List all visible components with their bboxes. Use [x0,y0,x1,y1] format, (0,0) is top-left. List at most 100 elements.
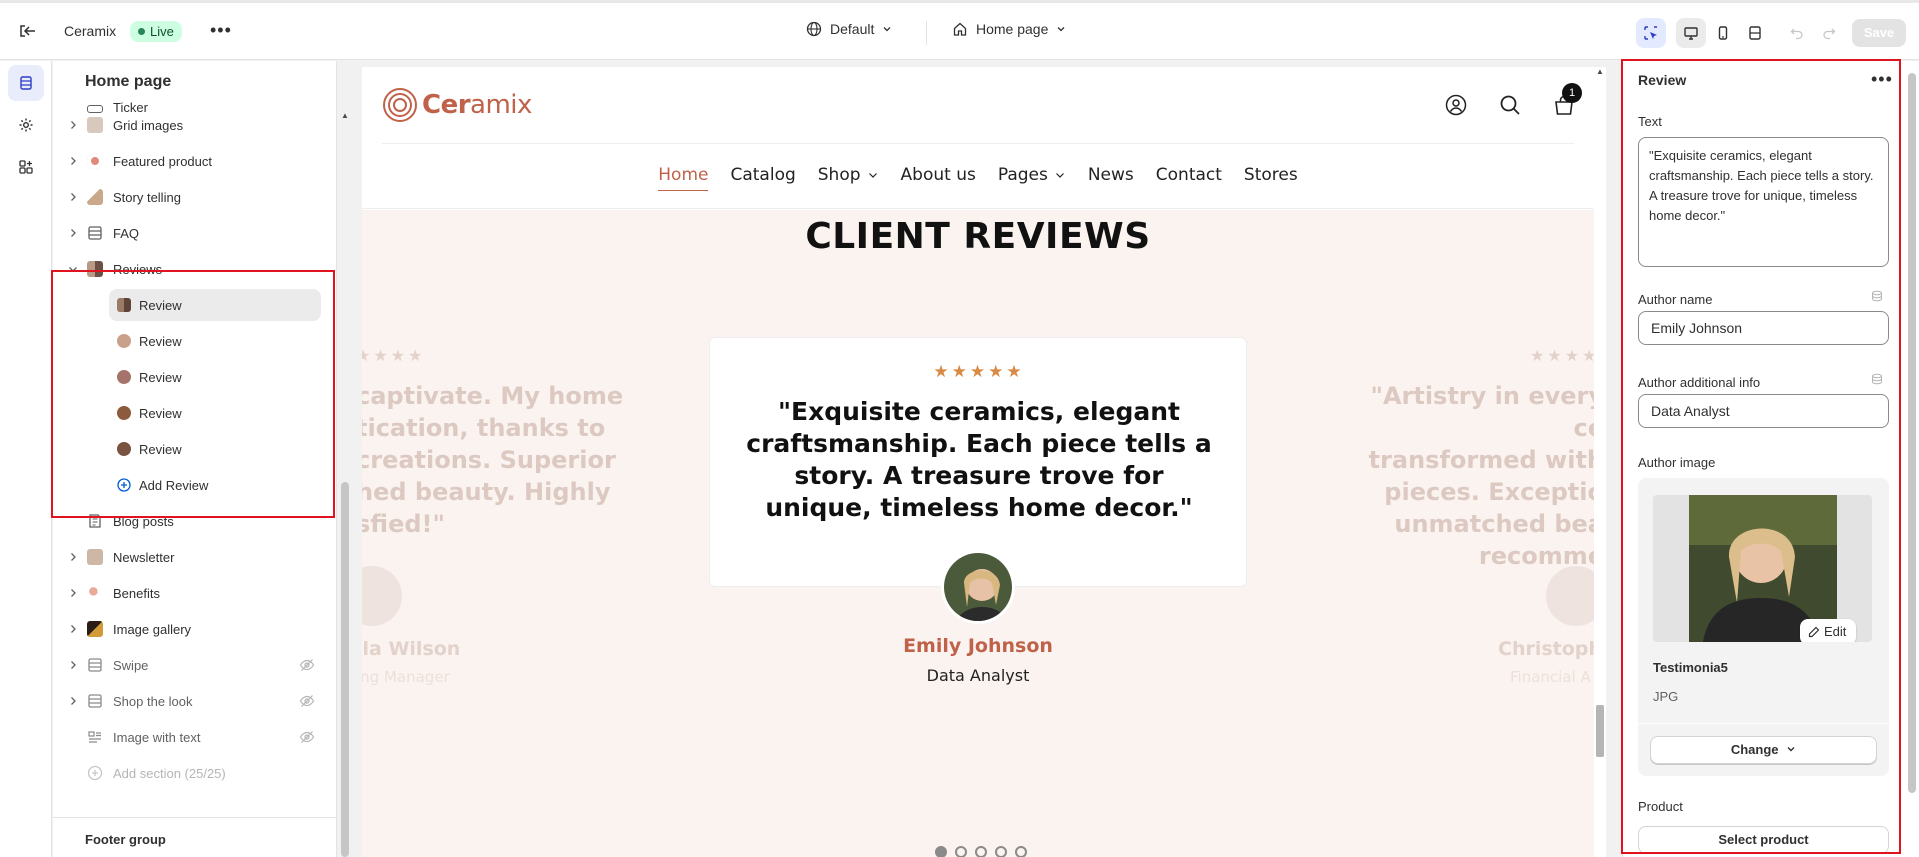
scrollbar-thumb[interactable] [341,482,349,857]
redo-button[interactable] [1814,18,1844,48]
dynamic-source-icon[interactable] [1871,290,1883,302]
review-quote: "Exquisite ceramics, elegant craftsmansh… [746,397,1212,522]
search-icon[interactable] [1498,93,1522,117]
account-icon[interactable] [1444,93,1468,117]
author-info-field[interactable] [1638,394,1889,428]
nav-shop[interactable]: Shop [818,165,879,185]
dynamic-source-icon[interactable] [1871,373,1883,385]
nav-label: Contact [1155,165,1222,185]
preview-scrollbar[interactable]: ▲ [1594,67,1606,857]
sections-sidebar: Home page Ticker Grid images Featured pr… [53,61,337,857]
sidebar-scrollbar[interactable]: ▲ [338,107,352,857]
eye-off-icon[interactable] [299,730,315,744]
carousel-dot[interactable] [975,846,987,857]
undo-button[interactable] [1782,18,1812,48]
faded-avatar [362,566,402,626]
scroll-up-icon[interactable]: ▲ [341,111,349,120]
avatar [117,298,131,312]
top-bar: Ceramix Live ••• Default Home page Save [0,0,1919,60]
section-image-gallery[interactable]: Image gallery [53,611,323,647]
section-newsletter[interactable]: Newsletter [53,539,323,575]
divider [926,21,927,45]
footer-group-label: Footer group [85,832,166,847]
section-swipe[interactable]: Swipe [53,647,323,683]
review-block-5[interactable]: Review [109,433,321,465]
section-grid-images[interactable]: Grid images [53,107,323,143]
chevron-down-icon [883,27,891,32]
layout-icon [88,658,102,672]
section-story-telling[interactable]: Story telling [53,179,323,215]
layout-icon [88,226,102,240]
nav-catalog[interactable]: Catalog [730,165,795,185]
section-blog-posts[interactable]: Blog posts [53,503,323,539]
block-label: Review [139,442,182,457]
full-width-view-button[interactable] [1740,18,1770,48]
store-name: Ceramix [64,23,117,39]
carousel-dot[interactable] [955,846,967,857]
footer-group[interactable]: Footer group [53,817,336,857]
section-featured-product[interactable]: Featured product [53,143,323,179]
select-product-button[interactable]: Select product [1638,826,1889,854]
gallery-thumb-icon [87,621,103,637]
more-actions-button[interactable]: ••• [210,20,232,40]
review-text-field[interactable]: "Exquisite ceramics, elegant craftsmansh… [1638,137,1889,267]
chevron-right-icon [71,589,76,597]
more-actions-button[interactable]: ••• [1871,69,1893,90]
nav-stores[interactable]: Stores [1244,165,1298,185]
client-reviews-section[interactable]: CLIENT REVIEWS ★★★★ captivate. My home t… [362,210,1594,857]
review-block-2[interactable]: Review [109,325,321,357]
mobile-view-button[interactable] [1708,18,1738,48]
inspector-button[interactable] [1636,18,1666,48]
nav-home[interactable]: Home [658,165,709,191]
icon-rail [0,61,52,857]
section-image-with-text[interactable]: Image with text [53,719,323,755]
section-reviews[interactable]: Reviews [53,251,323,287]
sections-button[interactable] [8,65,44,101]
theme-selector[interactable]: Default [806,21,892,37]
eye-off-icon[interactable] [299,694,315,708]
faded-line: captivate. My home [362,382,624,410]
eye-off-icon[interactable] [299,658,315,672]
add-review-button[interactable]: Add Review [109,469,321,501]
desktop-icon [1684,27,1698,40]
review-block-3[interactable]: Review [109,361,321,393]
exit-icon[interactable] [17,21,37,41]
change-image-button[interactable]: Change [1650,736,1877,764]
product-thumb-icon [87,153,103,169]
carousel-dot[interactable] [935,846,947,857]
image-text-icon [88,731,101,743]
page-selector[interactable]: Home page [952,21,1066,37]
nav-contact[interactable]: Contact [1156,165,1222,185]
add-section-button[interactable]: Add section (25/25) [53,755,323,791]
section-faq[interactable]: FAQ [53,215,323,251]
author-name-field[interactable] [1638,311,1889,345]
carousel-dot[interactable] [995,846,1007,857]
desktop-view-button[interactable] [1676,18,1706,48]
image-file-type: JPG [1653,689,1679,704]
apps-button[interactable] [8,149,44,185]
section-benefits[interactable]: Benefits [53,575,323,611]
edit-label: Edit [1824,624,1847,639]
save-button[interactable]: Save [1852,19,1906,47]
scrollbar-thumb[interactable] [1596,705,1604,757]
carousel-dot[interactable] [1015,846,1027,857]
theme-settings-button[interactable] [8,107,44,143]
block-label: Review [139,298,182,313]
block-label: Review [139,370,182,385]
review-block-4[interactable]: Review [109,397,321,429]
logo[interactable]: Ceramix [382,87,532,123]
scroll-up-icon[interactable]: ▲ [1596,67,1604,76]
edit-image-button[interactable]: Edit [1800,619,1857,642]
nav-label: Shop [817,165,861,185]
settings-scrollbar[interactable] [1905,61,1919,857]
review-block-1[interactable]: Review [109,289,321,321]
select-cursor-icon [1644,26,1657,40]
scrollbar-thumb[interactable] [1908,73,1916,793]
nav-pages[interactable]: Pages [998,165,1066,185]
faded-stars: ★★★★ [1530,348,1594,365]
nav-news[interactable]: News [1088,165,1134,185]
nav-about-us[interactable]: About us [901,165,976,185]
pencil-icon [1808,626,1820,638]
section-shop-the-look[interactable]: Shop the look [53,683,323,719]
home-icon [953,22,967,36]
